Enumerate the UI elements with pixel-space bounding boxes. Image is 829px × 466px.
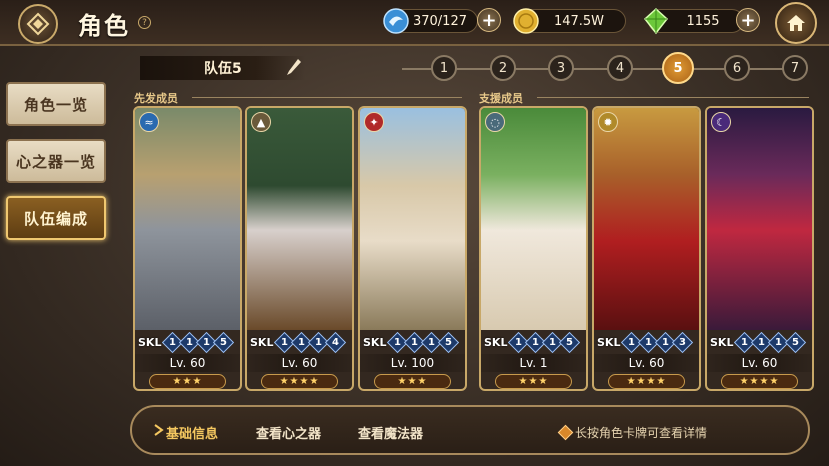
team-tab-3[interactable]: 3	[548, 55, 574, 81]
character-level: Lv. 100	[360, 354, 465, 372]
character-portrait	[135, 108, 240, 330]
star-rating: ★★★	[149, 374, 226, 389]
gem-display: 1155	[643, 7, 744, 35]
skill-level-gem: 5	[213, 331, 235, 353]
skill-label: SKL	[710, 335, 734, 349]
stamina-bird-icon	[383, 8, 409, 34]
support-divider	[537, 97, 809, 98]
gold-coin-icon	[513, 8, 539, 34]
tab-view-magic-item[interactable]: 查看魔法器	[358, 423, 423, 442]
earth-icon: ▲	[251, 112, 271, 132]
star-rating: ★★★★	[721, 374, 798, 389]
sidebar-item-team-formation[interactable]: 队伍编成	[6, 196, 106, 240]
team-tab-1[interactable]: 1	[431, 55, 457, 81]
team-tab-2[interactable]: 2	[490, 55, 516, 81]
support-members-label: 支援成员	[479, 92, 523, 105]
character-portrait	[707, 108, 812, 330]
stamina-value: 370/127	[412, 13, 467, 29]
help-icon[interactable]: ?	[138, 16, 151, 29]
gold-display: 147.5W	[513, 8, 626, 34]
character-portrait	[247, 108, 352, 330]
skill-label: SKL	[363, 335, 387, 349]
skill-label: SKL	[597, 335, 621, 349]
team-tab-6[interactable]: 6	[724, 55, 750, 81]
character-card[interactable]: ✦ SKL 1115 Lv. 100 ★★★	[358, 106, 467, 391]
star-rating: ★★★	[374, 374, 451, 389]
team-tab-7[interactable]: 7	[782, 55, 808, 81]
star-rating: ★★★★	[608, 374, 685, 389]
character-card[interactable]: ≈ SKL 1115 Lv. 60 ★★★	[133, 106, 242, 391]
bottom-bar	[130, 405, 810, 455]
gold-value: 147.5W	[553, 13, 605, 29]
back-button[interactable]	[18, 4, 58, 44]
wind-icon: ◌	[485, 112, 505, 132]
sidebar-item-character-list[interactable]: 角色一览	[6, 82, 106, 126]
skill-row: SKL 1115	[360, 331, 465, 353]
tab-basic-info[interactable]: 基础信息	[166, 423, 218, 442]
character-level: Lv. 60	[247, 354, 352, 372]
skill-row: SKL 1115	[481, 331, 586, 353]
skill-label: SKL	[138, 335, 162, 349]
green-gem-icon	[643, 7, 669, 35]
hint-text: 长按角色卡牌可查看详情	[575, 426, 708, 440]
page-title: 角色	[78, 12, 130, 40]
character-card[interactable]: ✹ SKL 1113 Lv. 60 ★★★★	[592, 106, 701, 391]
skill-level-gem: 4	[325, 331, 347, 353]
home-button[interactable]	[775, 2, 817, 44]
active-arrow-icon	[154, 424, 164, 436]
gem-value: 1155	[686, 13, 720, 29]
sidebar-item-heart-vessel-list[interactable]: 心之器一览	[6, 139, 106, 183]
long-press-hint: 长按角色卡牌可查看详情	[557, 424, 708, 441]
skill-label: SKL	[484, 335, 508, 349]
character-card[interactable]: ▲ SKL 1114 Lv. 60 ★★★★	[245, 106, 354, 391]
home-icon	[787, 15, 805, 31]
character-level: Lv. 60	[135, 354, 240, 372]
character-level: Lv. 60	[707, 354, 812, 372]
starter-divider	[192, 97, 462, 98]
team-tab-5[interactable]: 5	[662, 52, 694, 84]
fire-icon: ✦	[364, 112, 384, 132]
character-portrait	[481, 108, 586, 330]
hint-diamond-icon	[557, 424, 574, 441]
star-rating: ★★★	[495, 374, 572, 389]
skill-row: SKL 1115	[135, 331, 240, 353]
skill-level-gem: 5	[438, 331, 460, 353]
skill-level-gem: 3	[672, 331, 694, 353]
back-diamond-icon	[26, 12, 50, 36]
character-card[interactable]: ◌ SKL 1115 Lv. 1 ★★★	[479, 106, 588, 391]
skill-level-gem: 5	[559, 331, 581, 353]
skill-row: SKL 1113	[594, 331, 699, 353]
stamina-display: 370/127	[383, 8, 478, 34]
star-rating: ★★★★	[261, 374, 338, 389]
add-stamina-button[interactable]: +	[477, 8, 501, 32]
tab-view-heart-vessel[interactable]: 查看心之器	[256, 423, 321, 442]
character-card[interactable]: ☾ SKL 1115 Lv. 60 ★★★★	[705, 106, 814, 391]
add-gems-button[interactable]: +	[736, 8, 760, 32]
skill-row: SKL 1115	[707, 331, 812, 353]
character-portrait	[360, 108, 465, 330]
skill-level-gem: 5	[785, 331, 807, 353]
character-portrait	[594, 108, 699, 330]
team-name: 队伍5	[140, 56, 305, 80]
water-icon: ≈	[139, 112, 159, 132]
team-tab-4[interactable]: 4	[607, 55, 633, 81]
character-level: Lv. 60	[594, 354, 699, 372]
skill-label: SKL	[250, 335, 274, 349]
light-icon: ✹	[598, 112, 618, 132]
skill-row: SKL 1114	[247, 331, 352, 353]
starter-members-label: 先发成员	[134, 92, 178, 105]
character-level: Lv. 1	[481, 354, 586, 372]
edit-pencil-icon[interactable]	[286, 58, 302, 76]
dark-icon: ☾	[711, 112, 731, 132]
